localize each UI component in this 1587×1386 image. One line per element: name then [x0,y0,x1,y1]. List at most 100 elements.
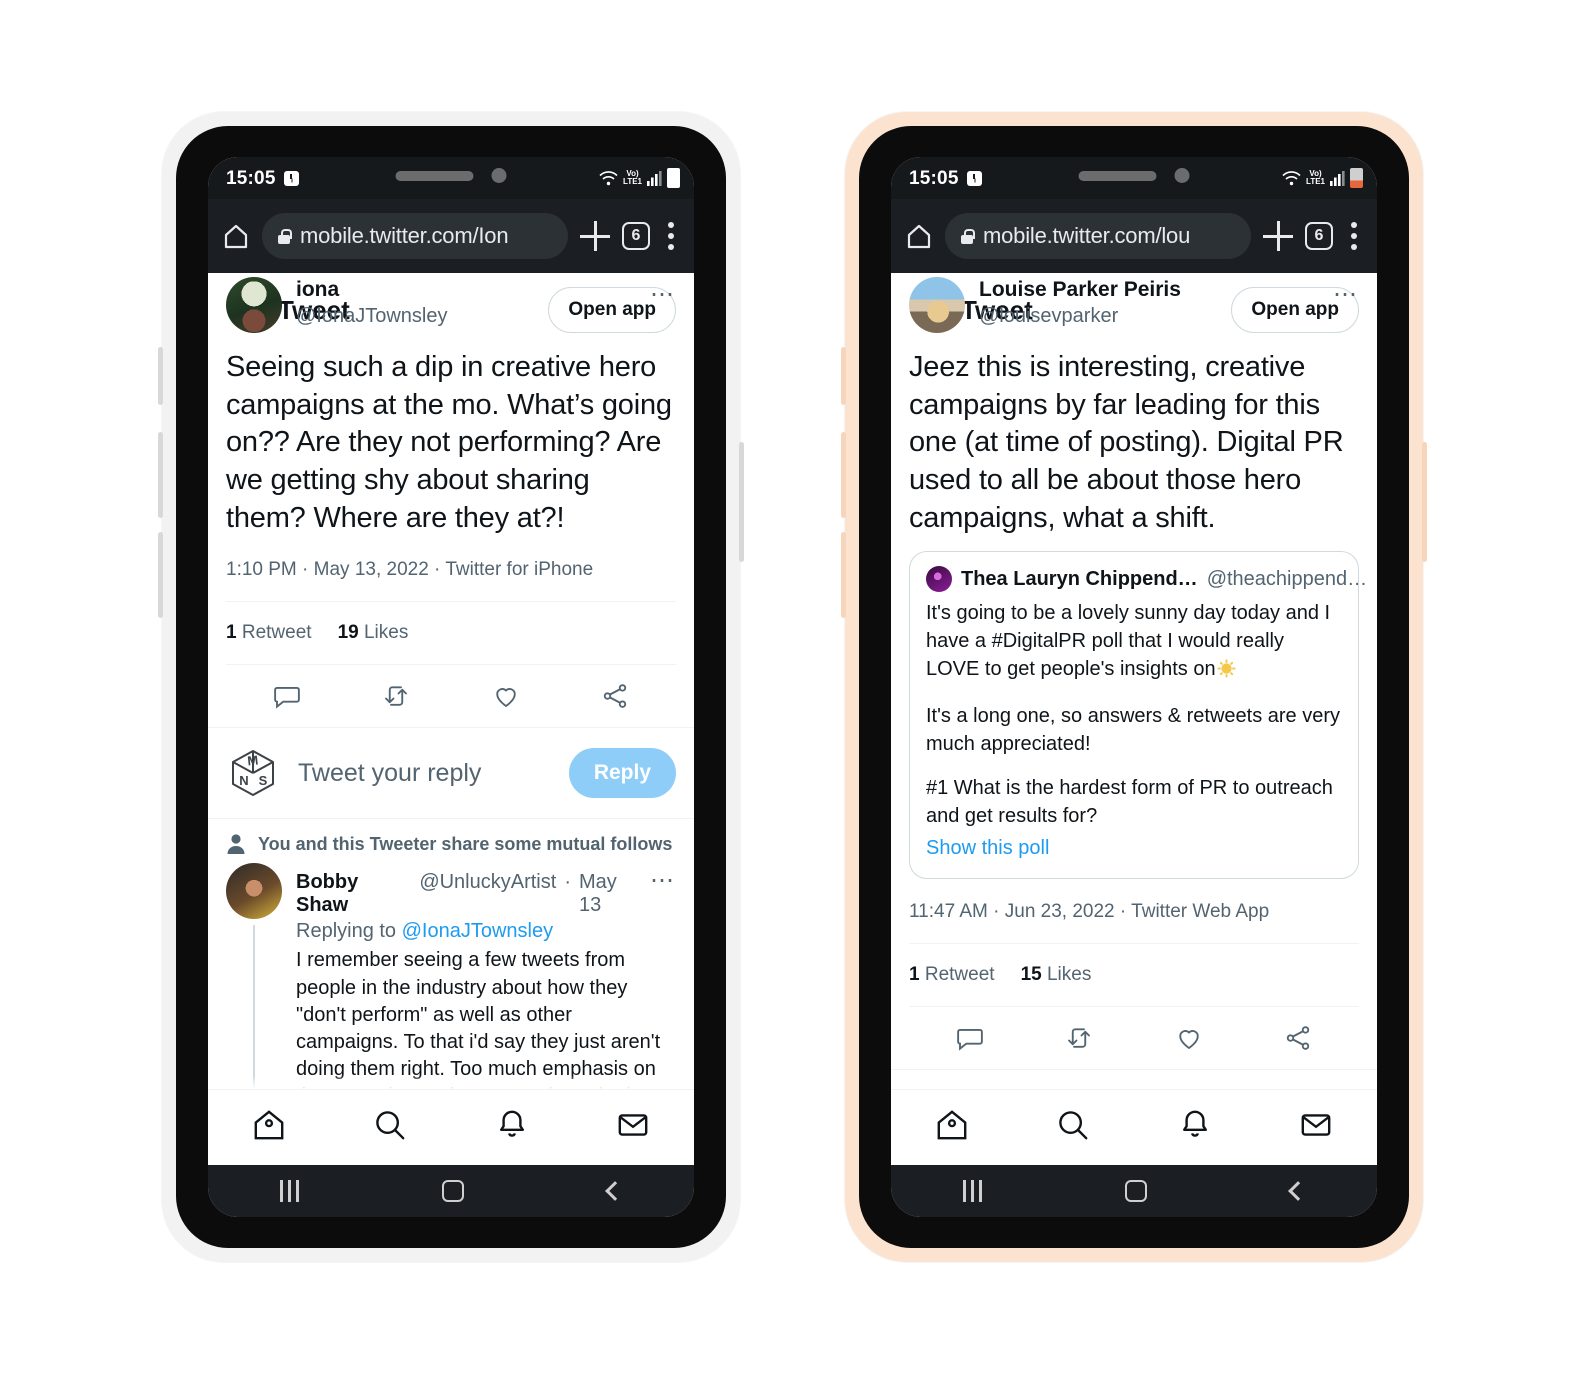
reply-input-placeholder[interactable]: Tweet your reply [298,759,481,788]
status-indicators: Vo) LTE1 [599,168,680,188]
svg-text:N: N [239,773,248,788]
svg-text:S: S [259,773,268,788]
alarm-icon [966,170,982,186]
phone-notch [395,168,507,183]
quoted-paragraph-1: It's going to be a lovely sunny day toda… [926,600,1342,686]
plus-icon[interactable] [580,221,610,251]
search-icon[interactable] [1055,1107,1091,1148]
retweet-count: 1 Retweet [226,622,312,644]
home-square-icon[interactable] [442,1180,465,1202]
phone-button-power-left[interactable] [739,442,744,562]
quoted-author-name: Thea Lauryn Chippend… [961,567,1198,590]
lock-icon [961,228,975,244]
tab-counter[interactable]: 6 [1305,222,1333,250]
reply-text: I remember seeing a few tweets from peop… [296,949,675,1089]
replying-to-handle[interactable]: @IonaJTownsley [402,920,553,942]
quoted-separator: · [1376,568,1377,591]
messages-envelope-icon[interactable] [1298,1107,1334,1148]
quoted-paragraph-1-text: It's going to be a lovely sunny day toda… [926,602,1331,680]
show-poll-link[interactable]: Show this poll [926,835,1342,863]
phone-button-volume-up-left[interactable] [158,432,163,518]
messages-envelope-icon[interactable] [615,1107,651,1148]
overflow-menu-icon[interactable] [668,222,674,250]
notifications-bell-icon[interactable] [1177,1107,1213,1148]
more-options-icon[interactable]: ⋯ [650,277,676,307]
mns-cube-logo: M N S [226,746,280,800]
app-bottom-nav-right [891,1089,1377,1165]
reply-avatar-column [226,863,282,1089]
phone-button-power-right[interactable] [1422,442,1427,562]
quoted-tweet-card[interactable]: Thea Lauryn Chippend… @theachippend… · J… [909,551,1377,880]
back-chevron-icon[interactable] [605,1181,626,1201]
tweet-scroll-area-left[interactable]: iona @IonaJTownsley ⋯ Seeing such a dip … [208,273,694,1089]
reply-icon[interactable] [272,681,302,711]
reply-author-row: Bobby Shaw @UnluckyArtist · May 13 ⋯ [296,863,676,917]
tweet-timestamp: 1:10 PM · May 13, 2022 · Twitter for iPh… [226,559,594,581]
overflow-menu-icon[interactable] [1351,222,1357,250]
tweet-scroll-area-right[interactable]: Louise Parker Peiris @louisevparker ⋯ Je… [891,273,1377,1089]
tweet-detail-left: iona @IonaJTownsley ⋯ Seeing such a dip … [208,273,694,727]
signal-icon [647,170,662,186]
home-square-icon[interactable] [1125,1180,1148,1202]
retweet-icon[interactable] [1064,1023,1094,1053]
phone-mockup-right: 15:05 Vo) LTE1 mobile.twitter.com/lou 6 … [841,112,1427,1262]
recents-icon[interactable] [279,1180,299,1202]
home-icon[interactable] [222,222,250,250]
avatar[interactable] [226,277,282,333]
earpiece-speaker [395,170,474,181]
author-handle: @louisevparker [979,304,1119,327]
quoted-author-handle: @theachippend… [1206,567,1368,590]
reply-button[interactable]: Reply [568,748,676,799]
status-bar-right: 15:05 Vo) LTE1 [891,157,1377,199]
tweet-text: Jeez this is interesting, creative campa… [909,351,1344,534]
like-icon[interactable] [491,681,521,711]
browser-toolbar-right: mobile.twitter.com/lou 6 [891,199,1377,273]
back-chevron-icon[interactable] [1288,1181,1309,1201]
reply-separator: · [564,871,571,894]
share-icon[interactable] [1283,1023,1313,1053]
tweet-text: Seeing such a dip in creative hero campa… [226,351,672,534]
earpiece-speaker [1078,170,1157,181]
more-options-icon[interactable]: ⋯ [1333,277,1359,307]
reply-author-handle: @UnluckyArtist [419,871,557,894]
tab-counter[interactable]: 6 [622,222,650,250]
avatar [926,566,952,593]
phone-button-volume-down-left[interactable] [158,532,163,618]
home-icon[interactable] [934,1107,970,1148]
home-icon[interactable] [905,222,933,250]
share-icon[interactable] [600,681,630,711]
like-count: 15 Likes [1020,964,1092,986]
reply-author-name: Bobby Shaw [296,871,359,917]
author-name: Louise Parker Peiris [979,278,1181,301]
url-text: mobile.twitter.com/Ion [300,223,509,248]
address-bar[interactable]: mobile.twitter.com/lou [945,213,1251,259]
reply-composer-right[interactable]: M N S Tweet your reply Reply [891,1069,1377,1089]
status-bar-left: 15:05 Vo) LTE1 [208,157,694,199]
phone-bezel-left: 15:05 Vo) LTE1 mobile.twitter.com/Ion 6 … [176,126,726,1248]
avatar[interactable] [226,863,282,920]
home-icon[interactable] [251,1107,287,1148]
reply-icon[interactable] [955,1023,985,1053]
recents-icon[interactable] [962,1180,982,1202]
phone-bezel-right: 15:05 Vo) LTE1 mobile.twitter.com/lou 6 … [859,126,1409,1248]
notifications-bell-icon[interactable] [494,1107,530,1148]
phone-button-volume-down-right[interactable] [841,532,846,618]
phone-button-mute-left[interactable] [158,347,163,405]
app-bottom-nav-left [208,1089,694,1165]
more-options-icon[interactable]: ⋯ [650,863,676,893]
tweet-action-bar [909,1007,1359,1069]
retweet-icon[interactable] [381,681,411,711]
search-icon[interactable] [372,1107,408,1148]
address-bar[interactable]: mobile.twitter.com/Ion [262,213,568,259]
reply-composer-left[interactable]: M N S Tweet your reply Reply [208,727,694,820]
mockup-canvas: 15:05 Vo) LTE1 mobile.twitter.com/Ion 6 … [0,0,1587,1386]
avatar[interactable] [909,277,965,333]
phone-button-volume-up-right[interactable] [841,432,846,518]
battery-low-icon [1350,168,1363,188]
list-item[interactable]: Bobby Shaw @UnluckyArtist · May 13 ⋯ Rep… [208,859,694,1089]
sun-emoji-icon [1216,659,1236,687]
tweet-author-row: iona @IonaJTownsley ⋯ [226,273,676,333]
like-icon[interactable] [1174,1023,1204,1053]
plus-icon[interactable] [1263,221,1293,251]
phone-button-mute-right[interactable] [841,347,846,405]
